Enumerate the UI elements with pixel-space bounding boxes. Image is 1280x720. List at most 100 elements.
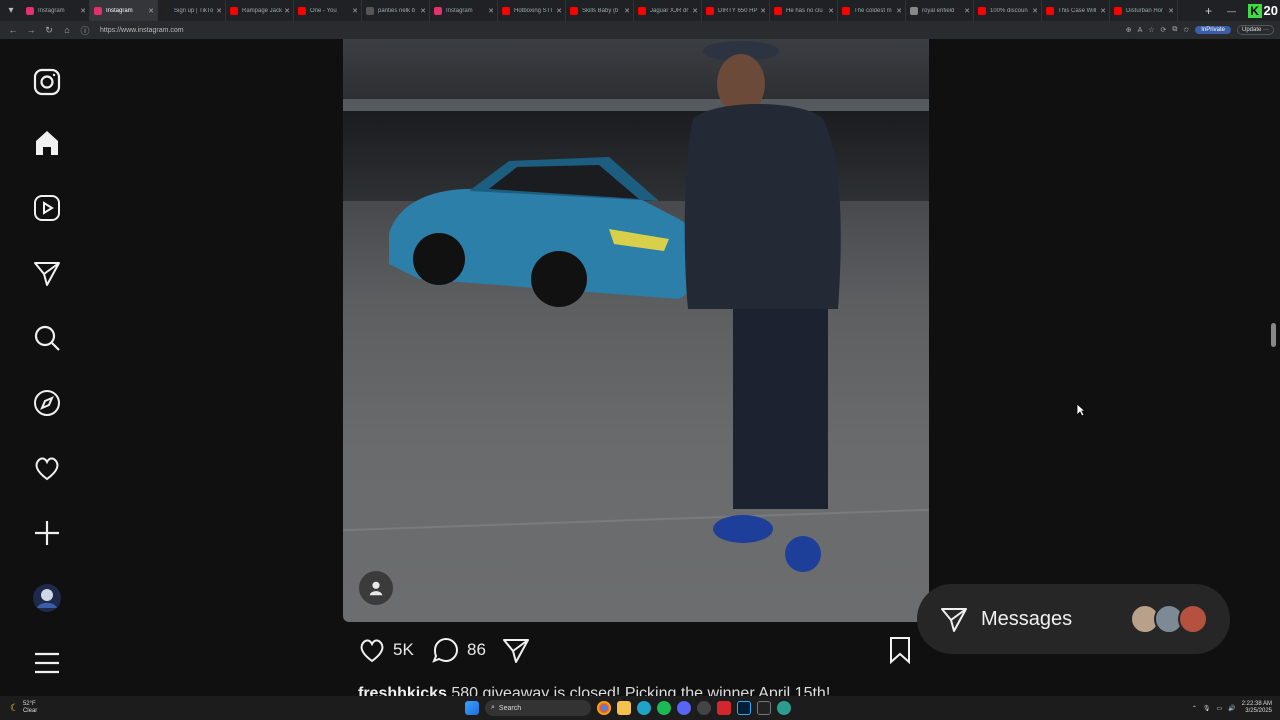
refresh-icon[interactable]: ↻: [40, 25, 58, 36]
forward-icon[interactable]: →: [22, 25, 40, 35]
tab-close-icon[interactable]: ✕: [964, 7, 970, 15]
page-scrollbar[interactable]: [1270, 47, 1276, 687]
caption-username[interactable]: freshhkicks: [358, 685, 447, 696]
browser-tab[interactable]: The coldest m ✕: [838, 0, 906, 21]
share-icon[interactable]: [501, 635, 531, 665]
tagged-users-icon[interactable]: [359, 571, 393, 605]
chrome-icon[interactable]: [597, 701, 611, 715]
tab-close-icon[interactable]: ✕: [692, 7, 698, 15]
messages-panel[interactable]: Messages: [917, 584, 1230, 654]
create-plus-icon[interactable]: [30, 516, 64, 550]
browser-tab[interactable]: He has no clu ✕: [770, 0, 838, 21]
spotify-icon[interactable]: [657, 701, 671, 715]
save-bookmark-icon[interactable]: [886, 635, 914, 665]
file-explorer-icon[interactable]: [617, 701, 631, 715]
browser-tab[interactable]: Rampage Jack ✕: [226, 0, 294, 21]
home-browser-icon[interactable]: ⌂: [58, 25, 76, 35]
clock-date: 3/25/2025: [1245, 708, 1272, 714]
edge-icon[interactable]: [637, 701, 651, 715]
browser-tab[interactable]: panties nelk b ✕: [362, 0, 430, 21]
notifications-heart-icon[interactable]: [30, 451, 64, 485]
browser-tab[interactable]: Instagram ✕: [430, 0, 498, 21]
k-number: 20: [1263, 3, 1278, 18]
browser-tab[interactable]: This Case Will ✕: [1042, 0, 1110, 21]
back-icon[interactable]: ←: [4, 25, 22, 35]
instagram-logo-icon[interactable]: [30, 65, 64, 99]
tab-close-icon[interactable]: ✕: [624, 7, 630, 15]
browser-tab[interactable]: Hotboxing STI ✕: [498, 0, 566, 21]
browser-tab[interactable]: Sign up | TikTo ✕: [158, 0, 226, 21]
scroll-thumb[interactable]: [1271, 323, 1276, 347]
tab-close-icon[interactable]: ✕: [896, 7, 902, 15]
direct-messages-icon[interactable]: [30, 256, 64, 290]
tab-close-icon[interactable]: ✕: [488, 7, 494, 15]
collections-icon[interactable]: ⧉: [1172, 26, 1177, 34]
read-aloud-icon[interactable]: A: [1138, 27, 1143, 34]
tab-favicon-icon: [706, 6, 714, 15]
browser-tab[interactable]: Jaguar XJR dr ✕: [634, 0, 702, 21]
obs-icon[interactable]: [697, 701, 711, 715]
k-logo-icon: K: [1247, 3, 1262, 18]
tab-close-icon[interactable]: ✕: [1032, 7, 1038, 15]
post-image[interactable]: [343, 39, 929, 622]
address-bar: ← → ↻ ⌂ ⓘ https://www.instagram.com ⊕ A …: [0, 21, 1280, 39]
home-icon[interactable]: [30, 126, 64, 160]
discord-icon[interactable]: [677, 701, 691, 715]
tab-close-icon[interactable]: ✕: [760, 7, 766, 15]
tab-label: Instagram: [446, 7, 473, 14]
update-button[interactable]: Update ···: [1236, 25, 1274, 35]
weather-widget[interactable]: ☾ 52°F Clear: [10, 701, 37, 715]
site-info-icon[interactable]: ⓘ: [76, 24, 94, 37]
favorite-star-icon[interactable]: ☆: [1148, 26, 1154, 34]
tab-close-icon[interactable]: ✕: [1168, 7, 1174, 15]
tab-list: Instagram ✕ Instagram ✕ Sign up | TikTo ✕ Ramp…: [22, 0, 1198, 21]
extensions-icon[interactable]: ⟳: [1161, 26, 1167, 34]
browser-tab[interactable]: Instagram ✕: [90, 0, 158, 21]
acrobat-icon[interactable]: [717, 701, 731, 715]
more-menu-icon[interactable]: [30, 646, 64, 680]
minimize-icon[interactable]: —: [1220, 6, 1244, 16]
comment-icon[interactable]: [431, 635, 461, 665]
taskbar-search-icon: ⌕: [491, 704, 495, 711]
taskbar-search[interactable]: ⌕ Search: [485, 700, 591, 716]
photoshop-icon[interactable]: [737, 701, 751, 715]
tab-favicon-icon: [298, 6, 306, 15]
tray-chevron-icon[interactable]: ⌃: [1192, 705, 1197, 712]
tab-close-icon[interactable]: ✕: [420, 7, 426, 15]
tab-close-icon[interactable]: ✕: [1100, 7, 1106, 15]
favorites-icon[interactable]: ✩: [1183, 26, 1189, 34]
profile-avatar[interactable]: [30, 581, 64, 615]
new-tab-button[interactable]: +: [1198, 4, 1220, 18]
tab-close-icon[interactable]: ✕: [80, 7, 86, 15]
volume-icon[interactable]: 🔊: [1228, 705, 1235, 712]
messages-icon: [941, 608, 967, 632]
tab-close-icon[interactable]: ✕: [216, 7, 222, 15]
windows-start-icon[interactable]: [465, 701, 479, 715]
terminal-icon[interactable]: [757, 701, 771, 715]
browser-tab[interactable]: DIRTY 650 HP ✕: [702, 0, 770, 21]
zoom-icon[interactable]: ⊕: [1126, 26, 1132, 34]
url-field[interactable]: https://www.instagram.com: [100, 27, 1126, 34]
network-icon[interactable]: ▭: [1216, 705, 1222, 712]
search-icon[interactable]: [30, 321, 64, 355]
clock[interactable]: 2:22:38 AM 3/25/2025: [1242, 701, 1272, 715]
reels-icon[interactable]: [30, 191, 64, 225]
clock-time: 2:22:38 AM: [1241, 701, 1272, 707]
browser-tab[interactable]: Skills Baby (b ✕: [566, 0, 634, 21]
edge-beta-icon[interactable]: [777, 701, 791, 715]
tab-actions-menu-icon[interactable]: ▾: [0, 0, 22, 21]
browser-tab[interactable]: One - You ✕: [294, 0, 362, 21]
like-heart-icon[interactable]: [357, 635, 387, 665]
browser-tab[interactable]: royal enfield ✕: [906, 0, 974, 21]
explore-icon[interactable]: [30, 386, 64, 420]
browser-tab[interactable]: 100% discoun ✕: [974, 0, 1042, 21]
tab-close-icon[interactable]: ✕: [148, 7, 154, 15]
tab-close-icon[interactable]: ✕: [828, 7, 834, 15]
mic-icon[interactable]: 🎙: [1203, 705, 1211, 712]
tab-close-icon[interactable]: ✕: [352, 7, 358, 15]
tab-close-icon[interactable]: ✕: [284, 7, 290, 15]
browser-tab[interactable]: Instagram ✕: [22, 0, 90, 21]
profile-button[interactable]: InPrivate: [1195, 26, 1231, 34]
tab-close-icon[interactable]: ✕: [556, 7, 562, 15]
browser-tab[interactable]: Disturban Hor ✕: [1110, 0, 1178, 21]
